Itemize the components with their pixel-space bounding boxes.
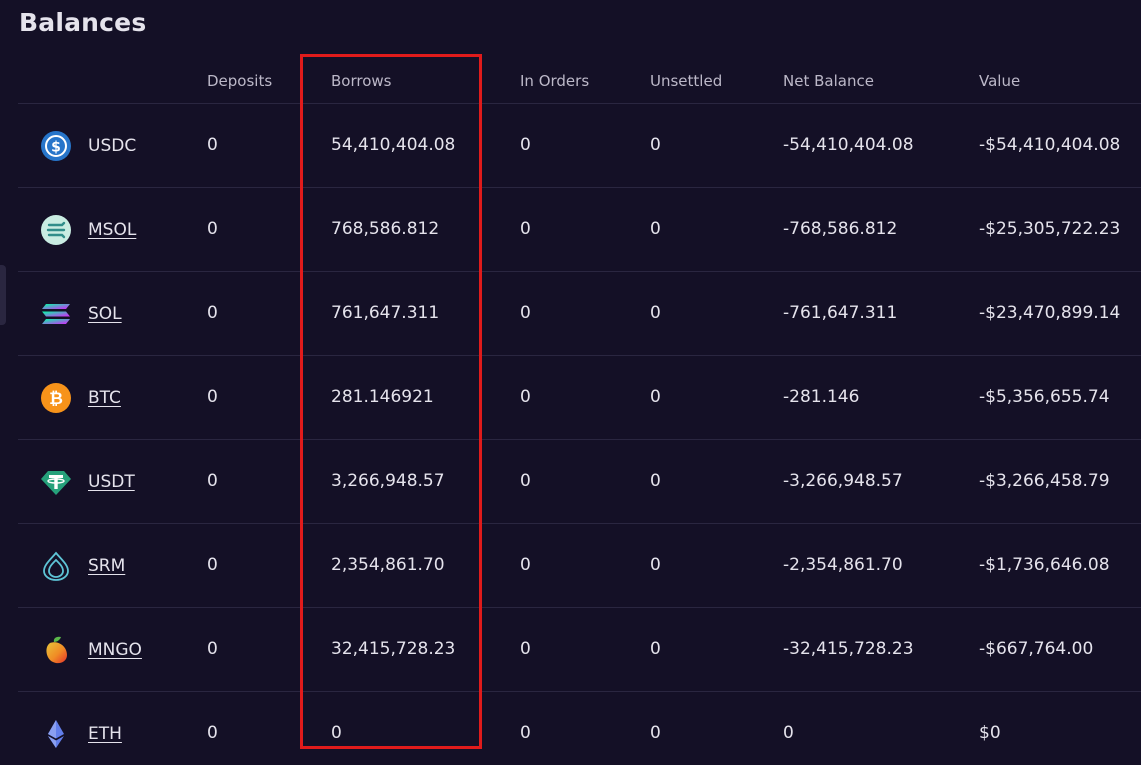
borrows-value: 768,586.812: [331, 219, 440, 239]
deposits-value: 0: [207, 471, 218, 491]
net-balance-value: -3,266,948.57: [783, 471, 903, 491]
in-orders-value: 0: [520, 135, 531, 155]
value-amount: -$54,410,404.08: [979, 135, 1121, 155]
asset-cell: MSOL: [40, 214, 136, 246]
borrows-value: 281.146921: [331, 387, 434, 407]
deposits-value: 0: [207, 639, 218, 659]
in-orders-value: 0: [520, 219, 531, 239]
value-amount: -$25,305,722.23: [979, 219, 1121, 239]
table-row: SOL 0 761,647.311 0 0 -761,647.311 -$23,…: [18, 272, 1141, 356]
btc-icon: ₿: [40, 382, 74, 414]
asset-name-link[interactable]: MNGO: [88, 640, 142, 660]
header-deposits: Deposits: [207, 72, 273, 90]
borrows-value: 0: [331, 723, 342, 743]
in-orders-value: 0: [520, 471, 531, 491]
unsettled-value: 0: [650, 555, 661, 575]
table-row: USDT 0 3,266,948.57 0 0 -3,266,948.57 -$…: [18, 440, 1141, 524]
asset-cell: SRM: [40, 550, 125, 582]
table-row: $ USDC 0 54,410,404.08 0 0 -54,410,404.0…: [18, 104, 1141, 188]
in-orders-value: 0: [520, 723, 531, 743]
table-row: MNGO 0 32,415,728.23 0 0 -32,415,728.23 …: [18, 608, 1141, 692]
asset-cell: ETH: [40, 718, 122, 750]
svg-text:₿: ₿: [49, 389, 63, 409]
deposits-value: 0: [207, 723, 218, 743]
msol-icon: [40, 214, 74, 246]
value-amount: $0: [979, 723, 1001, 743]
asset-name: USDC: [88, 136, 137, 156]
net-balance-value: 0: [783, 723, 794, 743]
value-amount: -$23,470,899.14: [979, 303, 1121, 323]
asset-cell: SOL: [40, 298, 122, 330]
asset-name-link[interactable]: SOL: [88, 304, 122, 324]
net-balance-value: -2,354,861.70: [783, 555, 903, 575]
side-drawer-handle[interactable]: [0, 265, 6, 325]
asset-name-link[interactable]: BTC: [88, 388, 121, 408]
asset-name-link[interactable]: ETH: [88, 724, 122, 744]
borrows-value: 761,647.311: [331, 303, 440, 323]
usdc-icon: $: [40, 130, 74, 162]
deposits-value: 0: [207, 219, 218, 239]
header-net-balance: Net Balance: [783, 72, 874, 90]
header-in-orders: In Orders: [520, 72, 590, 90]
value-amount: -$667,764.00: [979, 639, 1094, 659]
deposits-value: 0: [207, 135, 218, 155]
header-borrows: Borrows: [331, 72, 392, 90]
borrows-value: 54,410,404.08: [331, 135, 456, 155]
asset-cell: ₿ BTC: [40, 382, 121, 414]
unsettled-value: 0: [650, 723, 661, 743]
in-orders-value: 0: [520, 639, 531, 659]
value-amount: -$5,356,655.74: [979, 387, 1110, 407]
net-balance-value: -281.146: [783, 387, 860, 407]
in-orders-value: 0: [520, 555, 531, 575]
net-balance-value: -54,410,404.08: [783, 135, 914, 155]
unsettled-value: 0: [650, 387, 661, 407]
unsettled-value: 0: [650, 219, 661, 239]
asset-name-link[interactable]: SRM: [88, 556, 125, 576]
deposits-value: 0: [207, 555, 218, 575]
balances-panel: Balances Deposits Borrows In Orders Unse…: [0, 0, 1141, 765]
header-unsettled: Unsettled: [650, 72, 723, 90]
page-title: Balances: [19, 8, 147, 37]
asset-cell: USDT: [40, 466, 135, 498]
value-amount: -$1,736,646.08: [979, 555, 1110, 575]
borrows-value: 32,415,728.23: [331, 639, 456, 659]
in-orders-value: 0: [520, 303, 531, 323]
unsettled-value: 0: [650, 639, 661, 659]
table-header: Deposits Borrows In Orders Unsettled Net…: [18, 56, 1141, 104]
net-balance-value: -32,415,728.23: [783, 639, 914, 659]
table-row: ₿ BTC 0 281.146921 0 0 -281.146 -$5,356,…: [18, 356, 1141, 440]
header-value: Value: [979, 72, 1021, 90]
table-row: SRM 0 2,354,861.70 0 0 -2,354,861.70 -$1…: [18, 524, 1141, 608]
net-balance-value: -768,586.812: [783, 219, 898, 239]
unsettled-value: 0: [650, 471, 661, 491]
eth-icon: [40, 718, 74, 750]
svg-text:$: $: [51, 140, 61, 156]
borrows-value: 2,354,861.70: [331, 555, 445, 575]
srm-icon: [40, 550, 74, 582]
table-row: ETH 0 0 0 0 0 $0: [18, 692, 1141, 765]
value-amount: -$3,266,458.79: [979, 471, 1110, 491]
net-balance-value: -761,647.311: [783, 303, 898, 323]
sol-icon: [40, 298, 74, 330]
usdt-icon: [40, 466, 74, 498]
borrows-value: 3,266,948.57: [331, 471, 445, 491]
unsettled-value: 0: [650, 303, 661, 323]
deposits-value: 0: [207, 387, 218, 407]
asset-cell: $ USDC: [40, 130, 136, 162]
mngo-icon: [40, 634, 74, 666]
table-row: MSOL 0 768,586.812 0 0 -768,586.812 -$25…: [18, 188, 1141, 272]
asset-name-link[interactable]: USDT: [88, 472, 135, 492]
unsettled-value: 0: [650, 135, 661, 155]
asset-name-link[interactable]: MSOL: [88, 220, 136, 240]
deposits-value: 0: [207, 303, 218, 323]
in-orders-value: 0: [520, 387, 531, 407]
asset-cell: MNGO: [40, 634, 142, 666]
